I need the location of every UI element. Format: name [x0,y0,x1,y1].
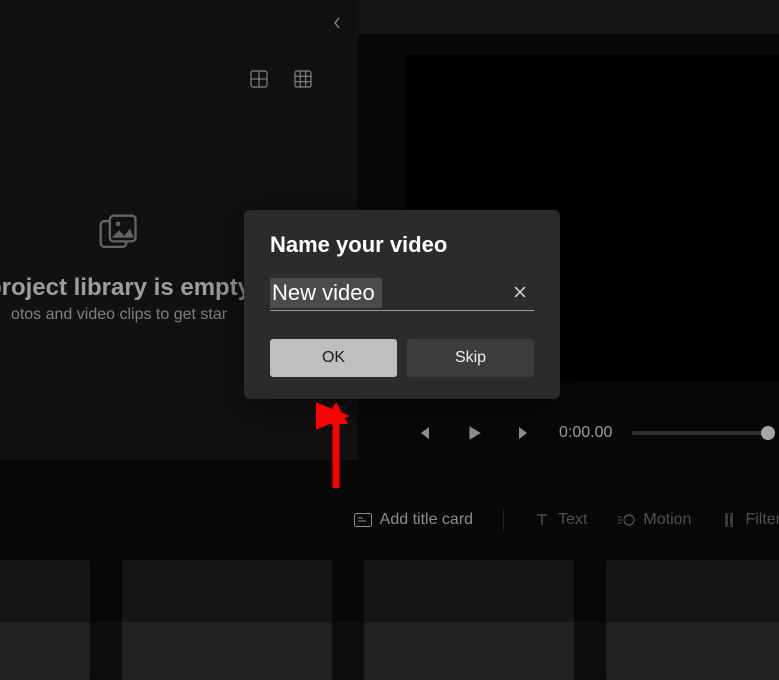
storyboard-slot[interactable] [122,560,332,680]
video-name-input[interactable] [270,276,534,310]
skip-button[interactable]: Skip [407,339,534,377]
text-label: Text [558,511,587,529]
next-frame-button[interactable] [505,414,543,452]
filters-label: Filters [745,511,779,529]
seek-slider[interactable] [632,431,771,435]
storyboard-slot[interactable] [606,560,779,680]
storyboard-row [0,560,779,680]
storyboard-slot[interactable] [0,560,90,680]
grid-large-icon[interactable] [250,70,268,93]
text-button[interactable]: Text [534,511,587,529]
add-title-card-label: Add title card [380,511,473,529]
ok-button[interactable]: OK [270,339,397,377]
grid-small-icon[interactable] [294,70,312,93]
play-button[interactable] [455,414,493,452]
seek-handle[interactable] [761,426,775,440]
storyboard-slot[interactable] [364,560,574,680]
playback-controls: 0:00.00 [405,408,779,458]
media-icon [97,212,141,256]
add-title-card-button[interactable]: Add title card [354,511,473,529]
chevron-left-icon[interactable] [332,16,342,33]
filters-button[interactable]: Filters [721,511,779,529]
name-video-dialog: Name your video OK Skip [244,210,560,399]
prev-frame-button[interactable] [405,414,443,452]
motion-label: Motion [643,511,691,529]
motion-button[interactable]: Motion [617,511,691,529]
divider [503,509,504,531]
video-name-field[interactable] [270,276,534,311]
dialog-title: Name your video [270,232,534,258]
storyboard-toolbar: Add title card Text Motion Filters [0,500,779,540]
playback-time: 0:00.00 [559,424,612,442]
clear-input-button[interactable] [506,278,534,306]
